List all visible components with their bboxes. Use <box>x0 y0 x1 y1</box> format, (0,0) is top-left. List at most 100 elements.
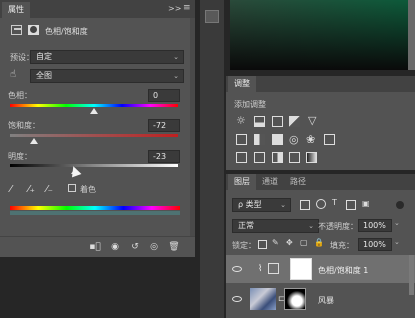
threshold-icon[interactable] <box>272 152 283 163</box>
layer-visibility-eye-icon[interactable] <box>232 296 242 302</box>
saturation-value-field[interactable]: -72 <box>148 119 180 132</box>
preset-value: 自定 <box>36 52 52 61</box>
lock-position-icon[interactable]: ✥ <box>286 238 293 247</box>
hue-label: 色相： <box>8 91 32 100</box>
vibrance-icon[interactable]: ▽ <box>308 114 316 127</box>
chevron-down-icon: ⌄ <box>308 222 314 230</box>
collapse-panel-button[interactable]: >> <box>168 4 181 13</box>
properties-bottom-toolbar: ▪⃞ ◉ ↺ ◎ 🗑 <box>0 236 195 257</box>
curves-icon[interactable] <box>272 116 283 127</box>
adjustments-panel: 调整 添加调整 ☼ ▽ ◎ ❀ <box>226 76 415 170</box>
lock-transparent-icon[interactable] <box>258 240 267 249</box>
hue-saturation-icon[interactable] <box>236 134 247 145</box>
fill-field[interactable]: 100% <box>358 238 392 251</box>
lightness-label: 明度： <box>8 152 32 161</box>
color-field[interactable] <box>230 0 408 70</box>
filter-adjustment-icon[interactable] <box>316 199 326 209</box>
saturation-label: 饱和度： <box>8 121 40 130</box>
layer-image-thumbnail[interactable] <box>250 288 276 310</box>
input-color-bar <box>10 206 180 210</box>
blend-mode-value: 正常 <box>238 221 254 230</box>
levels-icon[interactable] <box>254 116 265 127</box>
layer-filter-value: ρ 类型 <box>238 200 262 209</box>
tab-layers[interactable]: 图层 <box>228 174 256 190</box>
layers-scrollbar[interactable] <box>409 255 414 295</box>
photo-filter-icon[interactable]: ◎ <box>289 133 299 146</box>
hue-value-field[interactable]: 0 <box>148 89 180 102</box>
hue-slider-thumb[interactable] <box>90 108 98 114</box>
colorize-checkbox[interactable] <box>68 184 76 192</box>
layer-name[interactable]: 风暴 <box>318 295 334 306</box>
chevron-down-icon: ⌄ <box>173 53 179 61</box>
posterize-icon[interactable] <box>254 152 265 163</box>
channel-dropdown[interactable]: 全图 ⌄ <box>30 69 184 83</box>
layer-mask-thumbnail[interactable] <box>290 258 312 280</box>
eyedropper-minus-icon[interactable]: ⁄₋ <box>46 184 53 195</box>
layers-panel: 图层 通道 路径 ρ 类型 ⌄ T ▣ 正常 ⌄ 不透明度： 100% ⌄ 锁定… <box>226 174 415 318</box>
output-color-bar <box>10 211 180 215</box>
lock-pixels-icon[interactable]: ✎ <box>272 238 279 247</box>
lightness-value-field[interactable]: -23 <box>148 150 180 163</box>
brightness-contrast-icon[interactable]: ☼ <box>236 114 246 127</box>
fill-label: 填充： <box>330 241 354 250</box>
properties-panel: 属性 >> ≡ 色相/饱和度 预设： 自定 ⌄ ☝ 全图 ⌄ 色相： 0 饱和度… <box>0 0 195 256</box>
filter-smartobject-icon[interactable]: ▣ <box>362 199 370 208</box>
hue-slider-track[interactable] <box>10 104 178 107</box>
layer-row-storm[interactable]: ⊏ 风暴 <box>226 284 415 314</box>
mask-circle <box>30 26 37 33</box>
adjustment-layer-icon[interactable] <box>11 25 22 35</box>
saturation-slider-track[interactable] <box>10 134 178 137</box>
eyedropper-icon[interactable]: ⁄ <box>10 184 12 195</box>
exposure-icon[interactable] <box>289 116 300 127</box>
opacity-field[interactable]: 100% <box>358 219 392 232</box>
color-lookup-icon[interactable] <box>324 134 335 145</box>
blend-mode-dropdown[interactable]: 正常 ⌄ <box>232 219 319 233</box>
tab-properties[interactable]: 属性 <box>2 2 30 18</box>
clip-to-layer-icon[interactable]: ▪⃞ <box>88 240 102 254</box>
channel-value: 全图 <box>36 71 52 80</box>
color-balance-icon[interactable] <box>254 134 265 145</box>
layer-link-icon: ⌇ <box>258 264 263 274</box>
lock-all-icon[interactable]: 🔒 <box>314 238 324 247</box>
color-field-edge <box>408 0 415 70</box>
layer-visibility-eye-icon[interactable] <box>232 266 242 272</box>
gradient-map-icon[interactable] <box>306 152 317 163</box>
lock-artboard-icon[interactable]: ▢ <box>300 238 308 247</box>
selective-color-icon[interactable] <box>289 152 300 163</box>
layer-name[interactable]: 色相/饱和度 1 <box>318 265 368 276</box>
preset-dropdown[interactable]: 自定 ⌄ <box>30 50 184 64</box>
colorize-label: 着色 <box>80 185 96 194</box>
mask-icon[interactable] <box>28 25 39 35</box>
channel-mixer-icon[interactable]: ❀ <box>306 133 315 146</box>
layer-filter-dropdown[interactable]: ρ 类型 ⌄ <box>232 198 291 212</box>
eyedropper-plus-icon[interactable]: ⁄₊ <box>28 184 35 195</box>
filter-pixel-icon[interactable] <box>300 200 310 210</box>
chevron-down-icon[interactable]: ⌄ <box>394 219 400 227</box>
side-toolstrip <box>200 0 224 318</box>
lightness-slider-track[interactable] <box>10 164 178 167</box>
visibility-icon[interactable]: ◎ <box>147 240 161 254</box>
tab-adjustments[interactable]: 调整 <box>228 76 256 92</box>
lock-label: 锁定： <box>232 241 256 250</box>
add-adjustment-label: 添加调整 <box>234 100 266 109</box>
invert-icon[interactable] <box>236 152 247 163</box>
properties-scrollbar[interactable] <box>190 18 195 236</box>
filter-shape-icon[interactable] <box>346 200 356 210</box>
reset-icon[interactable]: ↺ <box>128 240 142 254</box>
filter-type-icon[interactable]: T <box>332 198 337 207</box>
saturation-slider-thumb[interactable] <box>29 138 38 144</box>
view-previous-icon[interactable]: ◉ <box>108 240 122 254</box>
color-panel-icon[interactable] <box>205 10 219 23</box>
layer-mask-thumbnail[interactable] <box>284 288 306 310</box>
layer-row-hue-saturation[interactable]: ⌇ 色相/饱和度 1 <box>226 255 415 283</box>
filter-toggle[interactable] <box>396 201 404 209</box>
black-white-icon[interactable] <box>272 134 283 145</box>
delete-icon[interactable]: 🗑 <box>167 240 181 254</box>
targeted-adjustment-hand-icon[interactable]: ☝ <box>10 69 16 80</box>
properties-title: 色相/饱和度 <box>45 27 88 36</box>
panel-menu-icon[interactable]: ≡ <box>183 3 191 13</box>
tab-paths[interactable]: 路径 <box>284 174 312 190</box>
layer-adjustment-thumbnail-icon[interactable] <box>268 263 279 274</box>
tab-channels[interactable]: 通道 <box>256 174 284 190</box>
chevron-down-icon[interactable]: ⌄ <box>394 238 400 246</box>
